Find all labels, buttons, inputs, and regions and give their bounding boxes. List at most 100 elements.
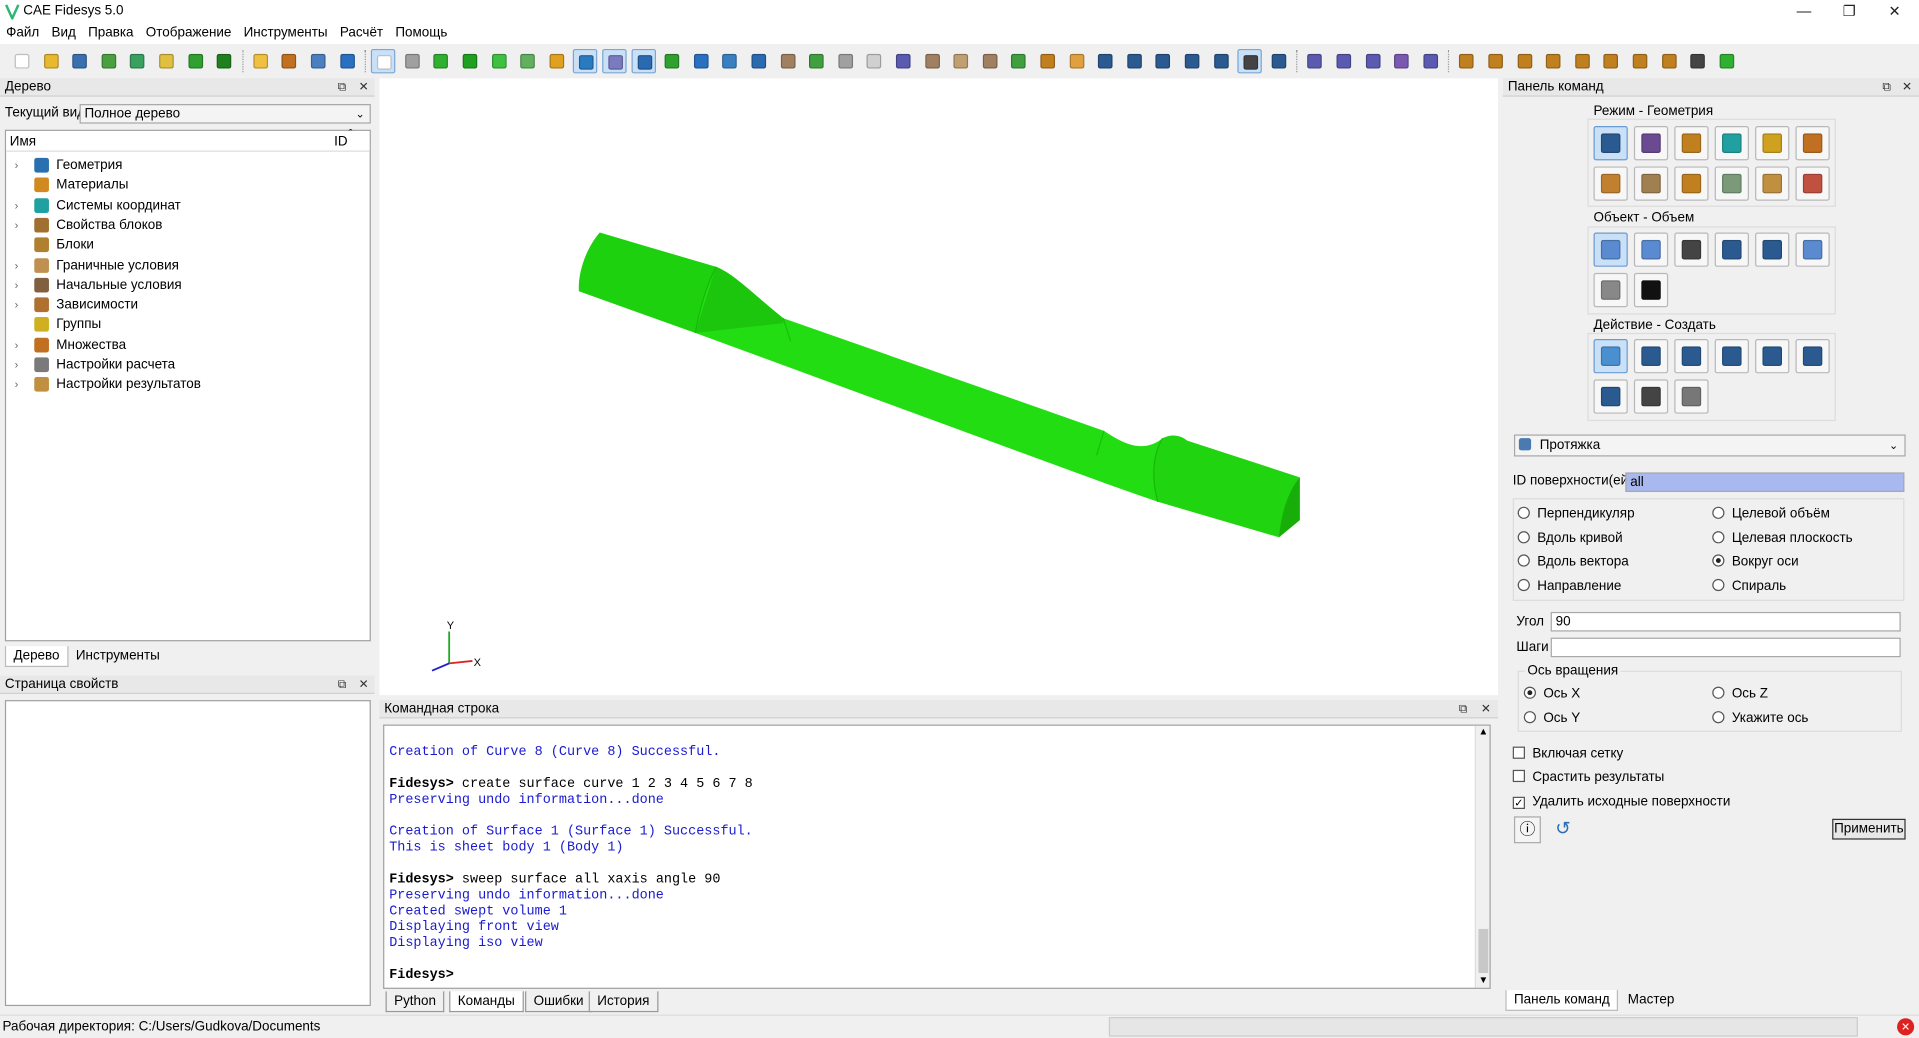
radio-icon[interactable]	[1517, 506, 1530, 519]
toolbar-tool-icon[interactable]	[978, 49, 1002, 73]
delete-source-checkbox[interactable]: ✓ Удалить исходные поверхности	[1512, 793, 1730, 810]
tree-item[interactable]: › Системы координат	[6, 195, 369, 215]
toolbar-tool-icon[interactable]	[277, 49, 301, 73]
close-button[interactable]: ✕	[1870, 0, 1919, 24]
toolbar-tool-icon[interactable]	[10, 49, 34, 73]
console-output[interactable]: Creation of Curve 8 (Curve 8) Successful…	[383, 724, 1491, 989]
toolbar-tool-icon[interactable]	[248, 49, 272, 73]
toolbar-tool-icon[interactable]	[154, 49, 178, 73]
toolbar-tool-icon[interactable]	[1512, 49, 1536, 73]
mode-7-icon[interactable]	[1633, 166, 1669, 201]
object-0-icon[interactable]	[1593, 232, 1628, 267]
object-5-icon[interactable]	[1795, 232, 1830, 267]
toolbar-tool-icon[interactable]	[400, 49, 424, 73]
axis-option-radio[interactable]: Укажите ось	[1712, 710, 1808, 727]
tab-console-2[interactable]: Ошибки	[525, 991, 593, 1013]
toolbar-tool-icon[interactable]	[1209, 49, 1233, 73]
action-6-icon[interactable]	[1593, 379, 1628, 414]
mode-9-icon[interactable]	[1714, 166, 1749, 201]
current-view-select[interactable]: Полное дерево ⌄	[79, 104, 371, 124]
menu-item[interactable]: Правка	[82, 23, 140, 44]
close-icon[interactable]: ✕	[359, 676, 369, 694]
expand-arrow-icon[interactable]: ›	[15, 255, 19, 275]
tree-item[interactable]: Материалы	[6, 175, 369, 195]
menu-item[interactable]: Отображение	[140, 23, 238, 44]
toolbar-tool-icon[interactable]	[1628, 49, 1652, 73]
column-name[interactable]: Имя	[10, 135, 36, 150]
tab-tree[interactable]: Дерево	[4, 646, 69, 668]
toolbar-tool-icon[interactable]	[631, 48, 656, 74]
menu-item[interactable]: Инструменты	[238, 23, 334, 44]
apply-button[interactable]: Применить	[1832, 818, 1906, 840]
3d-viewport[interactable]: Y X	[379, 78, 1499, 696]
tree-item[interactable]: › Граничные условия	[6, 255, 369, 275]
scroll-up-icon[interactable]: ▲	[1478, 726, 1488, 737]
include-mesh-checkbox[interactable]: Включая сетку	[1512, 745, 1623, 762]
radio-icon[interactable]	[1712, 686, 1725, 699]
toolbar-tool-icon[interactable]	[1570, 49, 1594, 73]
toolbar-tool-icon[interactable]	[573, 48, 598, 74]
toolbar-tool-icon[interactable]	[660, 49, 684, 73]
radio-icon[interactable]	[1523, 711, 1536, 724]
tab-cp-0[interactable]: Панель команд	[1505, 990, 1619, 1011]
mode-3-icon[interactable]	[1714, 126, 1749, 161]
sweep-option-radio[interactable]: Перпендикуляр	[1517, 505, 1635, 522]
toolbar-tool-icon[interactable]	[862, 49, 886, 73]
checkbox-box[interactable]	[1512, 769, 1525, 783]
mode-1-icon[interactable]	[1633, 126, 1669, 161]
toolbar-tool-icon[interactable]	[371, 48, 396, 74]
radio-icon[interactable]	[1712, 578, 1725, 591]
toolbar-tool-icon[interactable]	[1686, 49, 1710, 73]
expand-arrow-icon[interactable]: ›	[15, 215, 19, 235]
operation-select[interactable]: Протяжка ⌄	[1513, 434, 1906, 457]
tree-item[interactable]: › Свойства блоков	[6, 215, 369, 235]
object-4-icon[interactable]	[1755, 232, 1790, 267]
float-icon[interactable]: ⧉	[338, 78, 347, 96]
toolbar-tool-icon[interactable]	[96, 49, 120, 73]
toolbar-tool-icon[interactable]	[1454, 49, 1478, 73]
menu-item[interactable]: Файл	[0, 23, 45, 44]
toolbar-tool-icon[interactable]	[1093, 49, 1117, 73]
toolbar-tool-icon[interactable]	[1418, 49, 1442, 73]
sweep-option-radio[interactable]: Направление	[1517, 577, 1621, 594]
menu-item[interactable]: Помощь	[389, 23, 453, 44]
sweep-option-radio[interactable]: Целевой объём	[1712, 505, 1830, 522]
radio-icon[interactable]	[1712, 554, 1725, 567]
merge-results-checkbox[interactable]: Срастить результаты	[1512, 769, 1664, 786]
toolbar-tool-icon[interactable]	[1483, 49, 1507, 73]
mode-2-icon[interactable]	[1674, 126, 1709, 161]
toolbar-tool-icon[interactable]	[487, 49, 511, 73]
sweep-option-radio[interactable]: Вокруг оси	[1712, 553, 1799, 570]
float-icon[interactable]: ⧉	[1459, 700, 1468, 718]
toolbar-tool-icon[interactable]	[775, 49, 799, 73]
radio-icon[interactable]	[1712, 711, 1725, 724]
action-8-icon[interactable]	[1674, 379, 1709, 414]
toolbar-tool-icon[interactable]	[833, 49, 857, 73]
toolbar-tool-icon[interactable]	[1266, 49, 1290, 73]
tab-cp-1[interactable]: Мастер	[1620, 990, 1681, 1010]
toolbar-tool-icon[interactable]	[689, 49, 713, 73]
float-icon[interactable]: ⧉	[1882, 78, 1891, 96]
tab-console-1[interactable]: Команды	[449, 991, 524, 1013]
toolbar-tool-icon[interactable]	[891, 49, 915, 73]
tree-item[interactable]: › Зависимости	[6, 295, 369, 315]
menu-item[interactable]: Расчёт	[334, 23, 390, 44]
mode-6-icon[interactable]	[1593, 166, 1628, 201]
mode-10-icon[interactable]	[1755, 166, 1790, 201]
toolbar-tool-icon[interactable]	[1237, 48, 1263, 74]
close-icon[interactable]: ✕	[1481, 700, 1491, 718]
error-indicator-icon[interactable]: ✕	[1897, 1018, 1915, 1036]
expand-arrow-icon[interactable]: ›	[15, 275, 19, 295]
action-0-icon[interactable]	[1593, 339, 1628, 374]
toolbar-tool-icon[interactable]	[39, 49, 63, 73]
scroll-thumb[interactable]	[1478, 928, 1489, 974]
action-4-icon[interactable]	[1755, 339, 1790, 374]
toolbar-tool-icon[interactable]	[1332, 49, 1356, 73]
sweep-option-radio[interactable]: Спираль	[1712, 577, 1786, 594]
object-7-icon[interactable]	[1633, 272, 1669, 308]
tab-console-0[interactable]: Python	[385, 991, 445, 1013]
object-1-icon[interactable]	[1633, 232, 1669, 267]
radio-icon[interactable]	[1712, 506, 1725, 519]
toolbar-tool-icon[interactable]	[515, 49, 539, 73]
toolbar-tool-icon[interactable]	[1389, 49, 1413, 73]
